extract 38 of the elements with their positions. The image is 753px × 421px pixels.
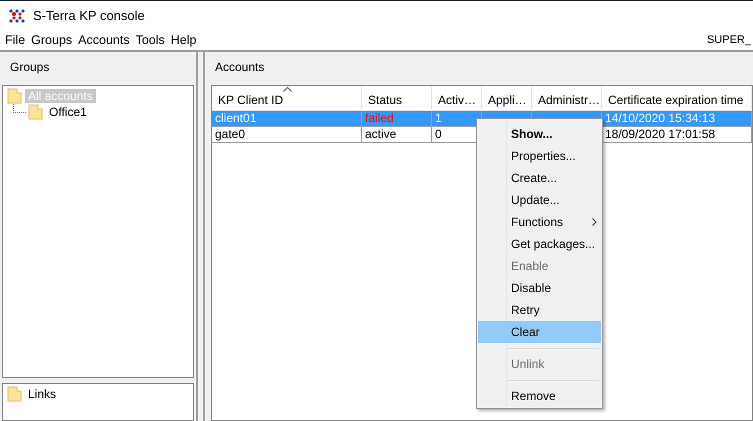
context-menu-item[interactable]: Show...	[478, 123, 601, 145]
menu-item[interactable]: Accounts	[78, 33, 130, 47]
folder-icon	[7, 386, 23, 402]
context-menu-item[interactable]: Get packages...	[478, 233, 601, 255]
context-menu-item[interactable]: Disable	[478, 277, 601, 299]
context-menu-item[interactable]: Remove	[478, 385, 601, 407]
table-cell: 14/10/2020 15:34:13	[605, 111, 716, 125]
context-menu-item[interactable]: Clear	[478, 321, 601, 343]
table-cell: client01	[215, 111, 256, 125]
table-cell: active	[365, 127, 396, 141]
tree-item[interactable]: Links	[25, 387, 60, 401]
context-menu-item[interactable]: Update...	[478, 189, 601, 211]
column-header[interactable]: Activ…	[432, 86, 482, 110]
window-title: S-Terra KP console	[33, 8, 145, 23]
panel-header: Groups	[9, 59, 50, 76]
column-header[interactable]: KP Client ID	[212, 86, 362, 110]
menu-item[interactable]: Groups	[31, 33, 72, 47]
menu-item[interactable]: Help	[170, 33, 196, 47]
table-cell: 1	[435, 111, 442, 125]
column-header[interactable]: Certificate expiration time	[602, 86, 752, 110]
column-header[interactable]: Status	[362, 86, 432, 110]
context-menu-item[interactable]: Retry	[478, 299, 601, 321]
menu-item[interactable]: File	[5, 33, 26, 47]
context-menu-item[interactable]: Properties...	[478, 145, 601, 167]
folder-icon	[7, 88, 23, 104]
user-name: SUPER_	[706, 34, 751, 46]
context-menu-item[interactable]: Create...	[478, 167, 601, 189]
table-cell: failed	[365, 111, 394, 125]
app-logo-icon	[8, 8, 26, 24]
menu-item[interactable]: Tools	[136, 33, 165, 47]
table-cell: gate0	[215, 127, 246, 141]
context-menu-item[interactable]: Functions	[478, 211, 601, 233]
panel-header: Accounts	[214, 59, 266, 76]
table-cell: 0	[435, 127, 442, 141]
tree-item[interactable]: Office1	[46, 105, 90, 119]
table-cell: 18/09/2020 17:01:58	[605, 127, 716, 141]
column-header[interactable]: Appli…	[482, 86, 532, 110]
column-header[interactable]: Administr…	[532, 86, 602, 110]
